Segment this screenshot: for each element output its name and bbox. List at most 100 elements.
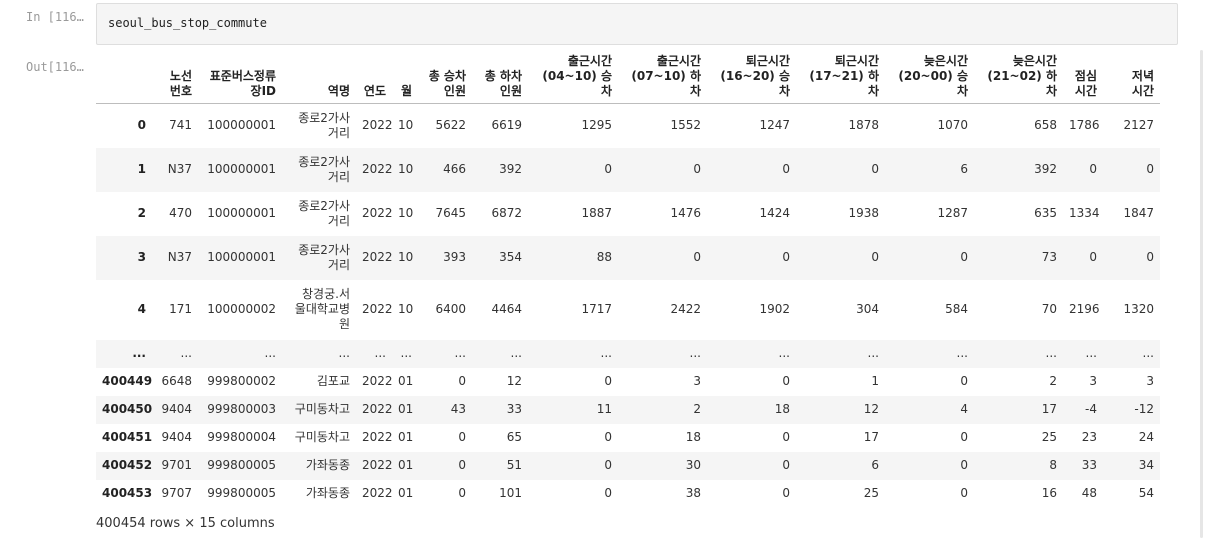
table-cell: 10 [398, 118, 414, 133]
table-cell: 0 [1146, 162, 1154, 176]
table-cell: 0 [960, 430, 968, 444]
table-cell: 2022 [362, 118, 393, 133]
table-cell: 1887 [581, 206, 612, 220]
table-cell: ... [454, 346, 466, 360]
table-cell: 1247 [759, 118, 790, 133]
table-cell: 2022 [362, 206, 393, 220]
table-cell: 25 [1041, 430, 1057, 444]
code-text[interactable]: seoul_bus_stop_commute [108, 16, 267, 30]
table-cell: 48 [1081, 486, 1097, 500]
row-index: 3 [137, 250, 146, 264]
table-cell: 43 [450, 402, 466, 416]
row-index: 2 [137, 206, 146, 220]
table-cell: 1717 [581, 302, 612, 316]
column-header: 늦은시간 (20~00) 승차 [885, 54, 974, 104]
table-cell: 3 [1146, 374, 1154, 388]
table-cell: 8 [1049, 458, 1057, 472]
table-cell: 392 [1034, 162, 1057, 176]
table-cell: ... [510, 346, 522, 360]
table-cell: 1786 [1069, 118, 1100, 133]
vertical-scrollbar[interactable] [1200, 50, 1203, 538]
table-cell: 70 [1041, 302, 1057, 316]
table-cell: 25 [863, 486, 879, 500]
table-cell: 가좌동종 [305, 486, 350, 500]
table-cell: ... [264, 346, 276, 360]
table-cell: 가좌동종 [305, 458, 350, 472]
table-cell: 0 [458, 458, 466, 472]
table-cell: 01 [398, 402, 414, 416]
table-cell: 10 [398, 250, 414, 264]
table-cell: 2196 [1069, 302, 1100, 316]
table-cell: 11 [596, 402, 612, 416]
table-row: 2 470 100000001 종로2가사 거리 2022 10 7645 6872 1887 1… [96, 192, 1160, 236]
table-cell: 0 [782, 486, 790, 500]
table-cell: N37 [167, 162, 192, 176]
table-cell: 2022 [362, 402, 393, 416]
table-cell: 33 [1081, 458, 1097, 472]
table-cell: ... [1142, 346, 1154, 360]
output-prompt: Out[116… [26, 60, 84, 74]
table-cell: 1902 [759, 302, 790, 316]
table-cell: 658 [1034, 118, 1057, 133]
header-row: 노선 번호 표준버스정류 장ID 역명 연도 월 총 승차 인원 총 하차 인원 출근시간 (… [96, 54, 1160, 104]
table-cell: ... [1085, 346, 1097, 360]
table-cell: 33 [506, 402, 522, 416]
table-cell: 0 [604, 458, 612, 472]
table-cell: 0 [871, 162, 879, 176]
table-cell: -12 [1134, 402, 1154, 416]
table-cell: 4464 [491, 302, 522, 316]
table-cell: 0 [693, 250, 701, 264]
column-header: 연도 [356, 54, 392, 104]
column-header: 월 [392, 54, 418, 104]
table-cell: 0 [604, 162, 612, 176]
column-header: 점심 시간 [1063, 54, 1103, 104]
table-cell: 12 [506, 374, 522, 388]
table-cell: 100000001 [207, 162, 276, 176]
row-index: 1 [137, 162, 146, 176]
table-cell: 0 [693, 162, 701, 176]
table-cell: 17 [1041, 402, 1057, 416]
table-cell: ... [374, 346, 386, 360]
table-cell: 01 [398, 374, 414, 388]
table-cell: 100000001 [207, 206, 276, 220]
row-index: 400452 [102, 458, 153, 472]
table-cell: 999800005 [207, 486, 276, 500]
table-cell: 종로2가사 거리 [298, 110, 350, 140]
column-header: 저녁 시간 [1103, 54, 1160, 104]
table-cell: 0 [782, 250, 790, 264]
row-index: 400449 [102, 374, 153, 388]
table-cell: 1847 [1123, 206, 1154, 220]
row-index: 0 [137, 118, 146, 133]
table-cell: 6 [871, 458, 879, 472]
table-cell: 73 [1041, 250, 1057, 264]
table-cell: 9707 [161, 486, 192, 500]
code-input-cell[interactable]: seoul_bus_stop_commute [96, 3, 1178, 45]
table-cell: 1287 [937, 206, 968, 220]
column-header: 노선 번호 [152, 54, 198, 104]
table-cell: 0 [1146, 250, 1154, 264]
table-cell: 2022 [362, 250, 393, 264]
table-cell: 470 [169, 206, 192, 220]
table-cell: 9404 [161, 402, 192, 416]
table-cell: 100000002 [207, 302, 276, 316]
table-cell: 392 [499, 162, 522, 176]
table-cell: 999800003 [207, 402, 276, 416]
table-cell: 6619 [491, 118, 522, 133]
table-cell: 999800002 [207, 374, 276, 388]
table-cell: 584 [945, 302, 968, 316]
table-cell: ... [400, 346, 412, 360]
table-cell: ... [1045, 346, 1057, 360]
table-cell: 171 [169, 302, 192, 316]
table-cell: 1552 [670, 118, 701, 133]
table-cell: 100000001 [207, 250, 276, 264]
table-cell: 101 [499, 486, 522, 500]
table-row: 1 N37 100000001 종로2가사 거리 2022 10 466 392 0 0 0 0 6 39… [96, 147, 1160, 192]
table-cell: 5622 [435, 118, 466, 133]
table-cell: 2022 [362, 430, 393, 444]
table-cell: ... [956, 346, 968, 360]
table-cell: 1878 [848, 118, 879, 133]
table-cell: 10 [398, 162, 414, 176]
table-cell: 0 [1089, 250, 1097, 264]
table-cell: 2127 [1123, 118, 1154, 133]
table-row: 4 171 100000002 창경궁.서 울대학교병 원 2022 10 6400 4464… [96, 280, 1160, 340]
